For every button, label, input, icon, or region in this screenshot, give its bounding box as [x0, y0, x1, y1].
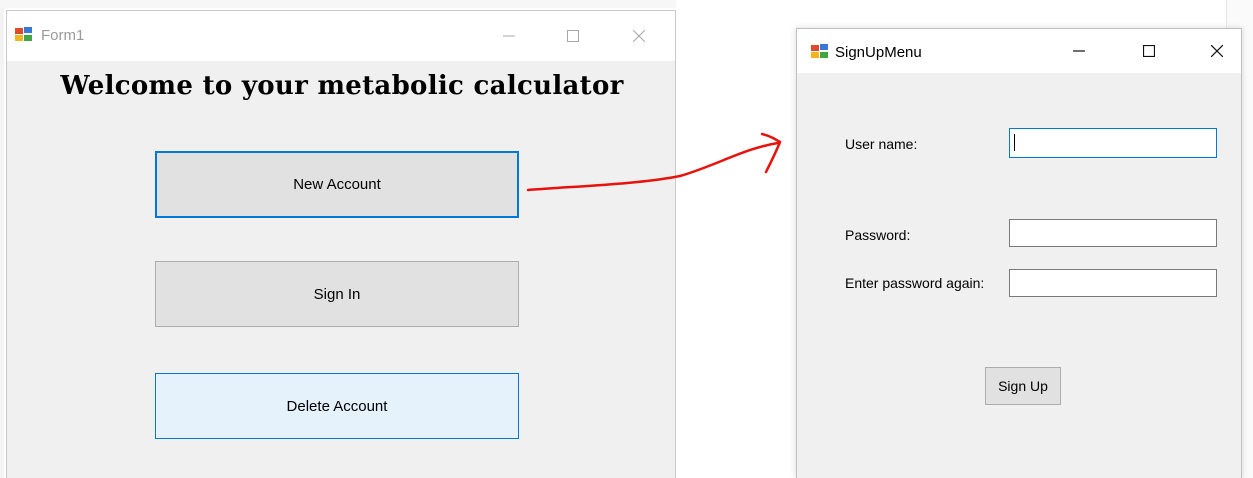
sign-up-button[interactable]: Sign Up — [985, 367, 1061, 405]
desktop-edge-top — [0, 0, 676, 8]
form1-titlebar[interactable]: Form1 — [7, 11, 675, 61]
delete-account-button[interactable]: Delete Account — [155, 373, 519, 439]
maximize-icon[interactable] — [553, 21, 593, 51]
close-icon[interactable] — [619, 21, 659, 51]
user-name-input[interactable] — [1009, 128, 1217, 158]
signup-titlebar[interactable]: SignUpMenu — [797, 29, 1241, 73]
desktop-edge-left — [0, 0, 4, 478]
minimize-icon[interactable] — [489, 21, 529, 51]
text-caret — [1014, 134, 1015, 151]
password-again-input[interactable] — [1009, 269, 1217, 297]
sign-in-button[interactable]: Sign In — [155, 261, 519, 327]
close-icon[interactable] — [1197, 36, 1237, 66]
app-icon — [811, 44, 829, 59]
signup-window: SignUpMenu User name: Password: Enter pa… — [796, 28, 1242, 478]
welcome-heading: Welcome to your metabolic calculator — [60, 71, 624, 101]
password-label: Password: — [845, 227, 911, 243]
password-again-label: Enter password again: — [845, 275, 985, 291]
app-icon — [15, 27, 33, 42]
new-account-button[interactable]: New Account — [155, 151, 519, 218]
user-name-label: User name: — [845, 136, 918, 152]
maximize-icon[interactable] — [1129, 36, 1169, 66]
form1-window: Form1 Welcome to your metabolic calculat… — [6, 10, 676, 478]
minimize-icon[interactable] — [1059, 36, 1099, 66]
password-input[interactable] — [1009, 219, 1217, 247]
form1-title: Form1 — [41, 27, 85, 44]
signup-title: SignUpMenu — [835, 44, 922, 61]
